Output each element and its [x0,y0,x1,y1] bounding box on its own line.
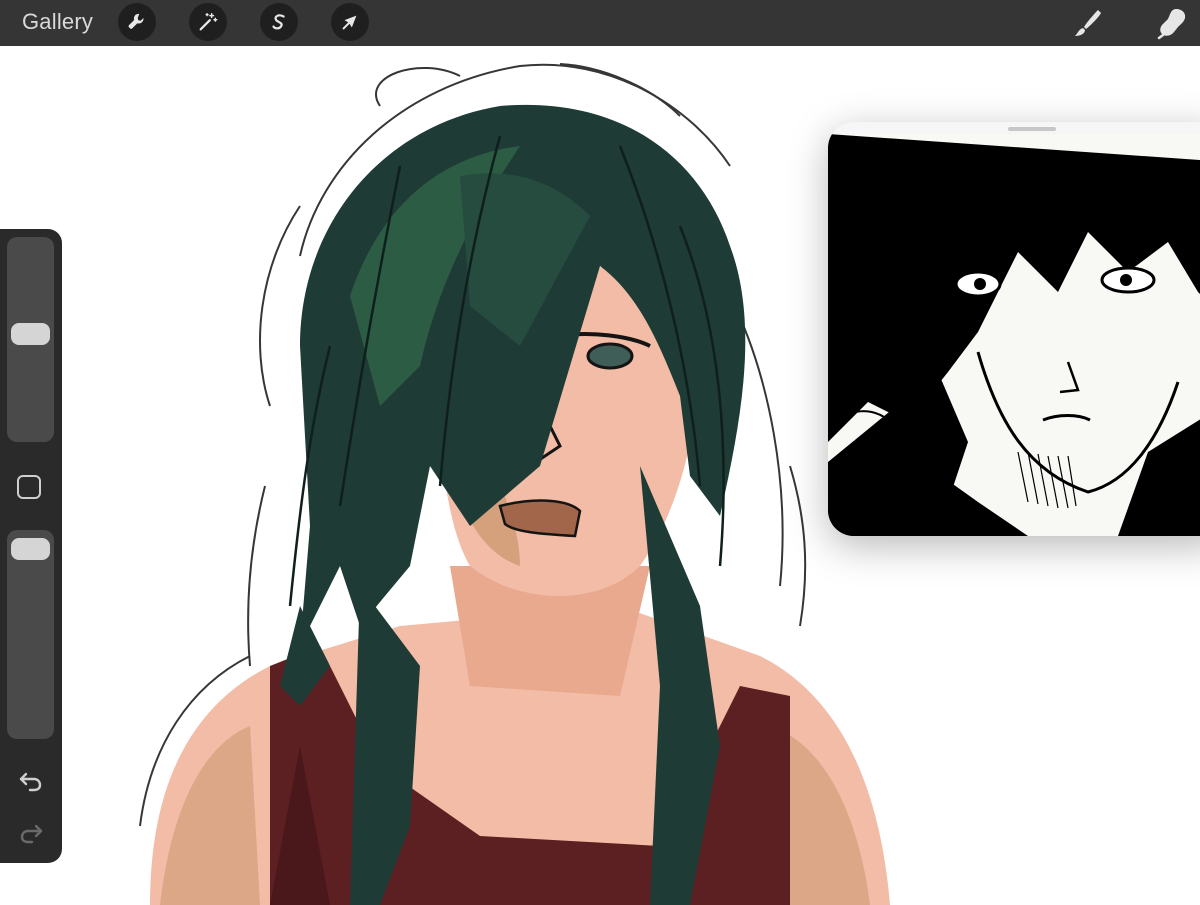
brush-icon[interactable] [1068,3,1108,43]
opacity-slider[interactable] [7,530,54,739]
reference-window[interactable] [828,122,1200,536]
redo-icon[interactable] [14,818,48,848]
manga-reference-image [828,134,1200,536]
top-toolbar: Gallery [0,0,1200,46]
left-sidebar [0,229,62,863]
wrench-icon[interactable] [118,3,156,41]
magic-wand-icon[interactable] [189,3,227,41]
reference-drag-handle[interactable] [1008,127,1056,131]
brush-size-thumb[interactable] [11,323,50,345]
brush-size-slider[interactable] [7,237,54,442]
opacity-thumb[interactable] [11,538,50,560]
smudge-icon[interactable] [1152,3,1192,43]
selection-s-icon[interactable] [260,3,298,41]
square-modifier-icon[interactable] [17,475,41,499]
gallery-button[interactable]: Gallery [22,9,93,35]
arrow-cursor-icon[interactable] [331,3,369,41]
undo-icon[interactable] [14,766,48,796]
